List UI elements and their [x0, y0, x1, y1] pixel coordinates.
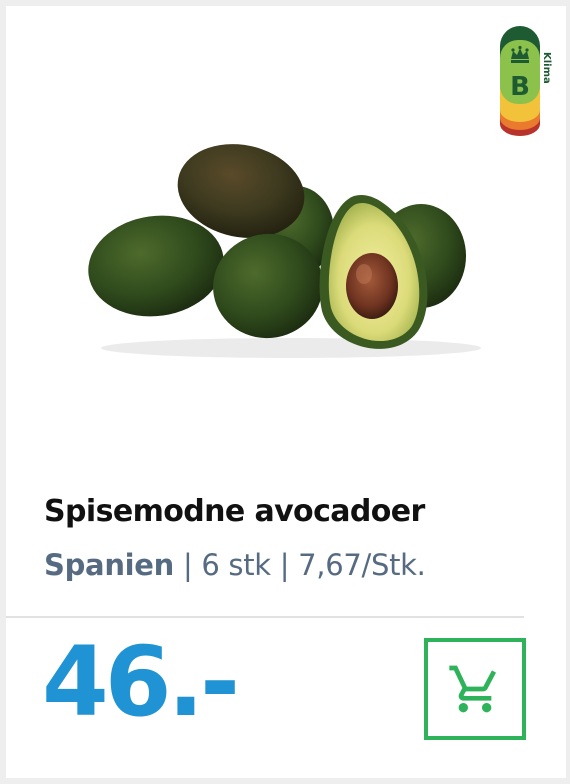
product-meta: Spanien | 6 stk | 7,67/Stk. — [44, 548, 426, 582]
product-title[interactable]: Spisemodne avocadoer — [44, 494, 425, 529]
avocado-pit — [346, 253, 398, 319]
product-card[interactable]: B Klima Spisemodne avocadoer Spanien | 6… — [6, 6, 566, 778]
climate-badge: B Klima — [500, 26, 552, 136]
meta-separator: | — [279, 548, 290, 582]
product-unit-price: 7,67/Stk. — [298, 548, 426, 582]
product-origin: Spanien — [44, 548, 175, 582]
product-price: 46.- — [42, 626, 240, 738]
climate-label-heading: Klima — [541, 52, 552, 84]
divider — [6, 616, 524, 618]
shopping-cart-icon — [449, 665, 496, 713]
avocado-product-image — [88, 144, 481, 358]
add-to-cart-button[interactable] — [424, 638, 526, 740]
climate-grade: B — [510, 72, 530, 102]
meta-separator: | — [182, 548, 193, 582]
product-quantity: 6 stk — [201, 548, 271, 582]
